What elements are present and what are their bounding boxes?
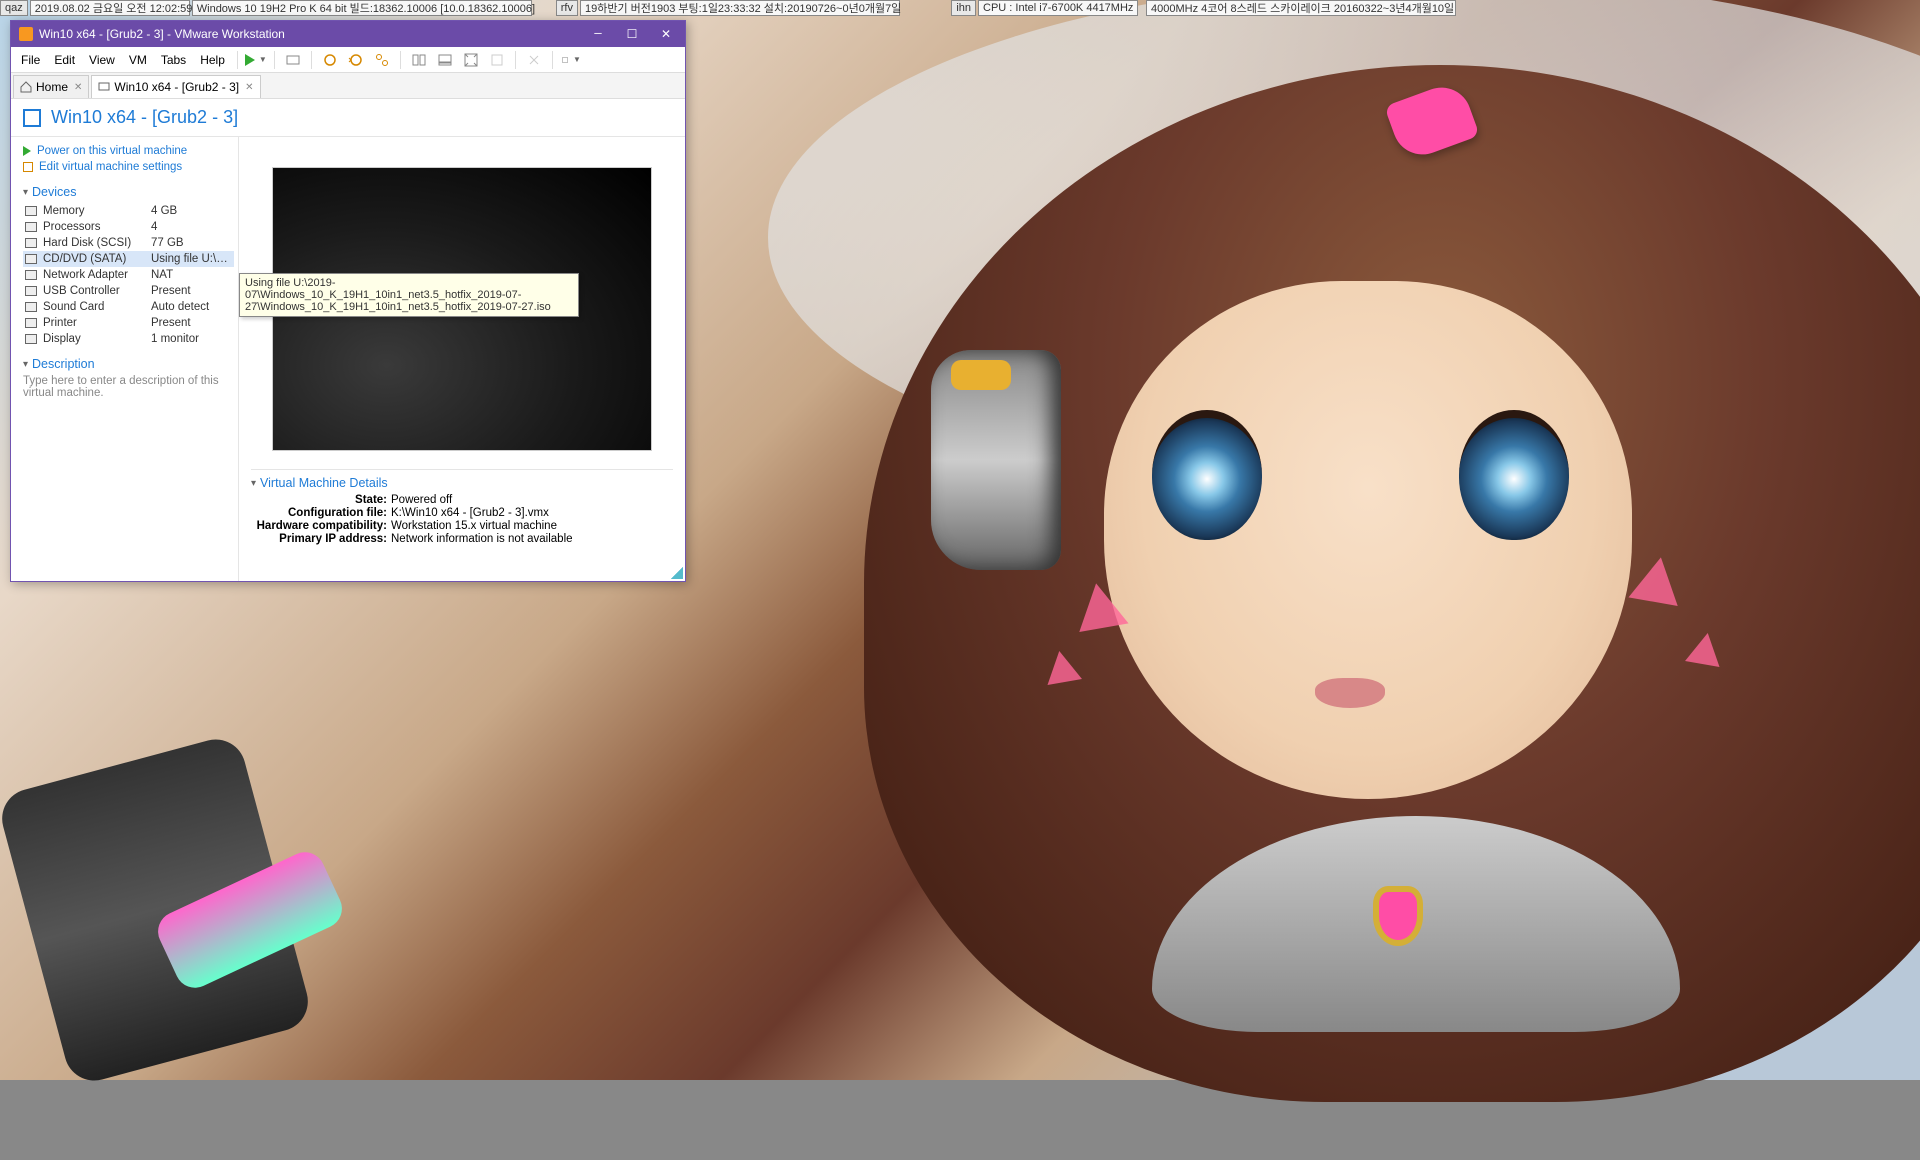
cd-dvd-tooltip: Using file U:\2019-07\Windows_10_K_19H1_…	[239, 273, 579, 317]
app-logo-icon	[19, 27, 33, 41]
menu-edit[interactable]: Edit	[48, 51, 81, 69]
overlay-qaz-label: qaz	[0, 0, 28, 16]
tab-vm[interactable]: Win10 x64 - [Grub2 - 3] ✕	[91, 75, 260, 98]
overlay-datetime: 2019.08.02 금요일 오전 12:02:59	[30, 0, 190, 16]
menu-file[interactable]: File	[15, 51, 46, 69]
fullscreen-button[interactable]	[459, 49, 483, 71]
play-icon	[23, 146, 31, 156]
usb-icon	[25, 286, 37, 296]
sound-icon	[25, 302, 37, 312]
overlay-rfv-label: rfv	[556, 0, 578, 16]
detail-ip-label: Primary IP address:	[251, 533, 391, 545]
device-display[interactable]: Display1 monitor	[23, 331, 234, 347]
overlay-os-build: Windows 10 19H2 Pro K 64 bit 빌드:18362.10…	[192, 0, 532, 16]
disk-icon	[25, 238, 37, 248]
vm-status-icon	[23, 109, 41, 127]
detail-hw-value: Workstation 15.x virtual machine	[391, 520, 673, 532]
description-placeholder[interactable]: Type here to enter a description of this…	[23, 375, 234, 399]
close-icon[interactable]: ✕	[245, 82, 253, 93]
play-icon	[245, 54, 255, 66]
sidebar: Power on this virtual machine Edit virtu…	[11, 137, 239, 581]
overlay-uptime: 19하반기 버전1903 부팅:1일23:33:32 설치:20190726~0…	[580, 0, 900, 16]
wrench-icon	[23, 162, 33, 172]
device-sound-card[interactable]: Sound CardAuto detect	[23, 299, 234, 315]
display-icon	[25, 334, 37, 344]
cd-icon	[25, 254, 37, 264]
stretch-button[interactable]	[522, 49, 546, 71]
tabbar: Home ✕ Win10 x64 - [Grub2 - 3] ✕	[11, 73, 685, 99]
window-title: Win10 x64 - [Grub2 - 3] - VMware Worksta…	[39, 27, 581, 41]
overlay-cpu-details: 4000MHz 4코어 8스레드 스카이레이크 20160322~3년4개월10…	[1146, 0, 1456, 16]
vm-icon	[98, 81, 110, 93]
show-thumbnail-button[interactable]	[433, 49, 457, 71]
description-section-header[interactable]: Description	[23, 357, 234, 371]
overlay-ihn-label: ihn	[951, 0, 976, 16]
maximize-button[interactable]: ☐	[615, 21, 649, 47]
detail-config-label: Configuration file:	[251, 507, 391, 519]
menu-vm[interactable]: VM	[123, 51, 153, 69]
detail-config-value: K:\Win10 x64 - [Grub2 - 3].vmx	[391, 507, 673, 519]
desktop-status-overlay: qaz 2019.08.02 금요일 오전 12:02:59 Windows 1…	[0, 0, 1456, 16]
vm-header: Win10 x64 - [Grub2 - 3]	[11, 99, 685, 136]
device-memory[interactable]: Memory4 GB	[23, 203, 234, 219]
unity-button[interactable]	[485, 49, 509, 71]
network-icon	[25, 270, 37, 280]
power-button[interactable]: ▼	[244, 49, 268, 71]
dropdown-icon: ▼	[573, 55, 581, 64]
snapshot-button[interactable]	[318, 49, 342, 71]
close-button[interactable]: ✕	[649, 21, 683, 47]
send-ctrl-alt-del-button[interactable]	[281, 49, 305, 71]
power-on-link[interactable]: Power on this virtual machine	[23, 143, 234, 159]
detail-state-label: State:	[251, 494, 391, 506]
vm-details-section: Virtual Machine Details State:Powered of…	[251, 469, 673, 546]
home-icon	[20, 81, 32, 93]
vmware-workstation-window: Win10 x64 - [Grub2 - 3] - VMware Worksta…	[10, 20, 686, 582]
menubar: File Edit View VM Tabs Help ▼ ▼	[11, 47, 685, 73]
overlay-cpu-model: CPU : Intel i7-6700K 4417MHz	[978, 0, 1138, 16]
content-area: Win10 x64 - [Grub2 - 3] Power on this vi…	[11, 99, 685, 581]
detail-state-value: Powered off	[391, 494, 673, 506]
detail-hw-label: Hardware compatibility:	[251, 520, 391, 532]
dropdown-icon: ▼	[259, 55, 267, 64]
tab-home-label: Home	[36, 80, 68, 94]
edit-settings-link[interactable]: Edit virtual machine settings	[23, 159, 234, 175]
device-usb-controller[interactable]: USB ControllerPresent	[23, 283, 234, 299]
device-cd-dvd[interactable]: CD/DVD (SATA)Using file U:\20...	[23, 251, 234, 267]
devices-section-header[interactable]: Devices	[23, 185, 234, 199]
show-library-button[interactable]	[407, 49, 431, 71]
detail-ip-value: Network information is not available	[391, 533, 673, 545]
vm-details-header[interactable]: Virtual Machine Details	[251, 476, 673, 490]
view-cycle-button[interactable]: ▼	[559, 49, 583, 71]
menu-view[interactable]: View	[83, 51, 121, 69]
tab-vm-label: Win10 x64 - [Grub2 - 3]	[114, 80, 239, 94]
titlebar[interactable]: Win10 x64 - [Grub2 - 3] - VMware Worksta…	[11, 21, 685, 47]
menu-help[interactable]: Help	[194, 51, 231, 69]
snapshot-manager-button[interactable]	[370, 49, 394, 71]
revert-snapshot-button[interactable]	[344, 49, 368, 71]
minimize-button[interactable]: ─	[581, 21, 615, 47]
close-icon[interactable]: ✕	[74, 82, 82, 93]
cpu-icon	[25, 222, 37, 232]
device-network-adapter[interactable]: Network AdapterNAT	[23, 267, 234, 283]
memory-icon	[25, 206, 37, 216]
tab-home[interactable]: Home ✕	[13, 75, 89, 98]
resize-grip[interactable]	[671, 567, 683, 579]
device-printer[interactable]: PrinterPresent	[23, 315, 234, 331]
main-panel: Virtual Machine Details State:Powered of…	[239, 137, 685, 581]
device-hard-disk[interactable]: Hard Disk (SCSI)77 GB	[23, 235, 234, 251]
device-processors[interactable]: Processors4	[23, 219, 234, 235]
vm-title: Win10 x64 - [Grub2 - 3]	[51, 107, 238, 128]
printer-icon	[25, 318, 37, 328]
menu-tabs[interactable]: Tabs	[155, 51, 192, 69]
